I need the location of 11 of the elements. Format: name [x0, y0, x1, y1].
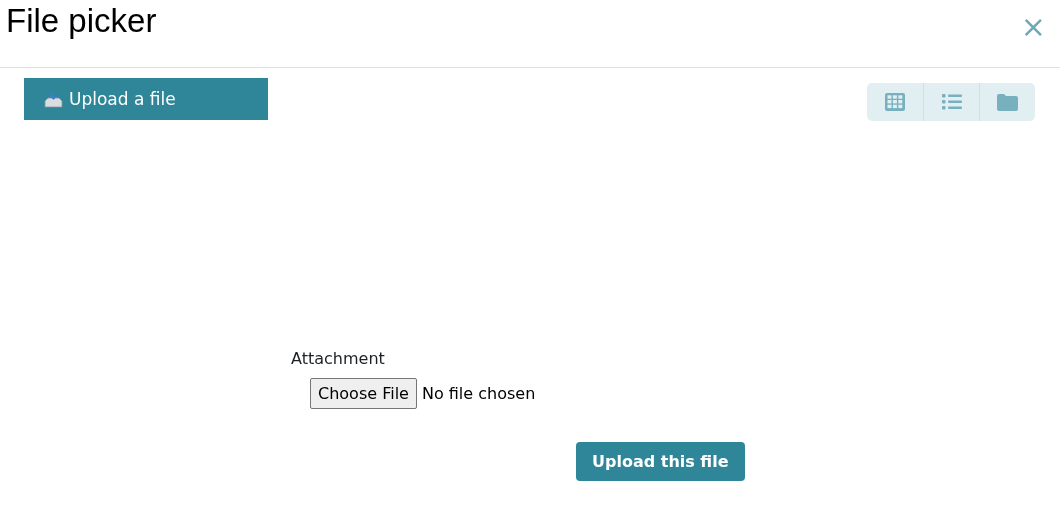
repository-item[interactable]: Upload a file — [24, 78, 268, 120]
grid-icon — [885, 93, 905, 111]
folder-icon — [997, 93, 1018, 111]
dialog-title: File picker — [6, 2, 157, 40]
upload-tray-icon — [44, 90, 63, 108]
upload-button[interactable]: Upload this file — [576, 442, 745, 481]
close-button[interactable]: × — [1020, 12, 1046, 42]
list-icon — [941, 94, 962, 110]
field-label: Attachment — [291, 349, 386, 368]
choose-file-button[interactable]: Choose File — [310, 378, 417, 409]
file-status: No file chosen — [421, 384, 536, 403]
